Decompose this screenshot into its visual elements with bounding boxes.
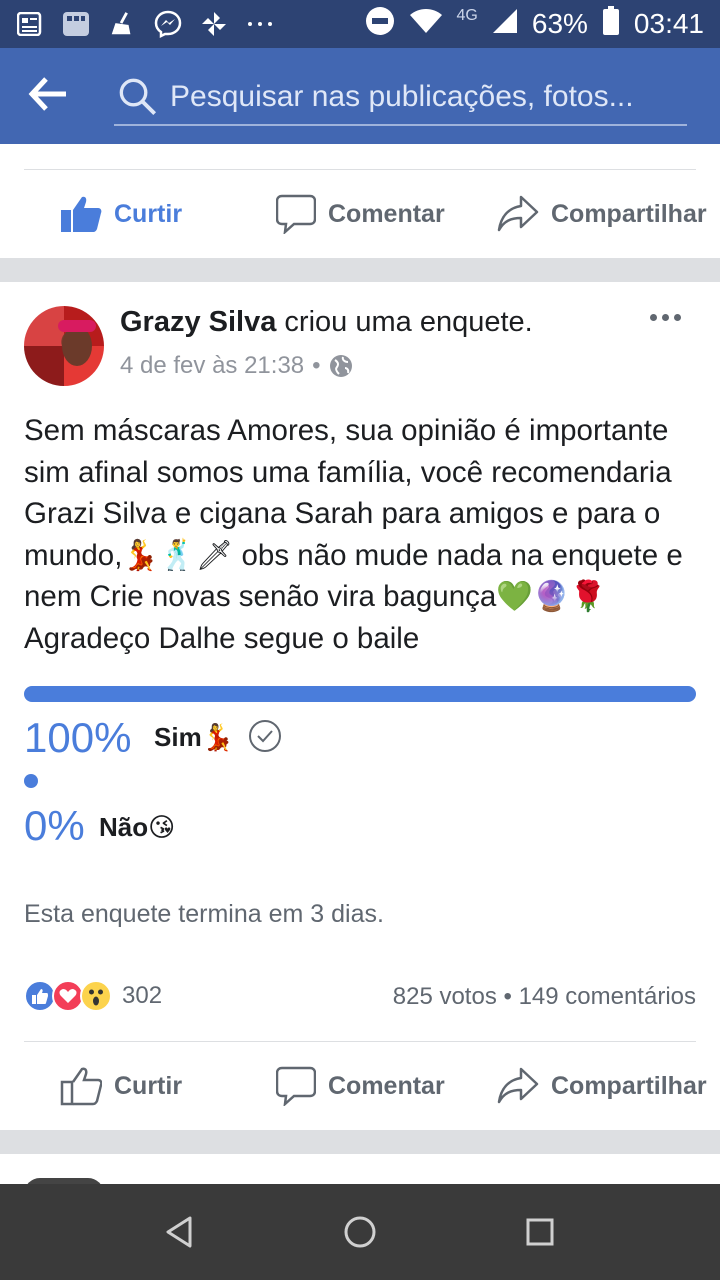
poll-bar-nao <box>24 774 38 788</box>
cleaner-icon <box>108 10 136 38</box>
author-name[interactable]: Grazy Silva <box>120 306 276 338</box>
post-actions: Curtir Comentar Compartilhar <box>0 1042 720 1130</box>
share-icon <box>497 1067 539 1104</box>
post-meta: 4 de fev às 21:38 • <box>120 352 353 380</box>
network-type: 4G <box>456 7 478 24</box>
nav-back-icon[interactable] <box>162 1214 198 1250</box>
comment-label: Comentar <box>328 199 445 228</box>
comment-button[interactable]: Comentar <box>276 1066 445 1106</box>
news-icon <box>16 10 44 38</box>
clock: 03:41 <box>633 8 704 39</box>
battery-icon <box>602 5 620 43</box>
comment-icon <box>276 1066 316 1106</box>
like-label: Curtir <box>114 1071 183 1100</box>
back-arrow-icon[interactable] <box>28 76 76 116</box>
nav-home-icon[interactable] <box>342 1214 378 1250</box>
post-action-text: criou uma enquete. <box>276 306 533 338</box>
avatar-scarf <box>58 320 96 332</box>
post-header: Grazy Silva criou uma enquete. <box>120 306 533 339</box>
gallery-icon <box>62 10 90 38</box>
comment-button[interactable]: Comentar <box>276 194 445 234</box>
poll-ends-text: Esta enquete termina em 3 dias. <box>24 900 384 928</box>
feed-separator <box>0 258 720 282</box>
comment-label: Comentar <box>328 1071 445 1100</box>
poll-label-sim[interactable]: Sim💃 <box>154 722 234 753</box>
feed-separator <box>0 1130 720 1154</box>
check-circle-icon <box>249 720 281 752</box>
system-nav-bar <box>0 1184 720 1280</box>
nav-recents-icon[interactable] <box>522 1214 558 1250</box>
thumbs-up-filled-icon <box>61 196 102 232</box>
status-bar: 4G 63% 03:41 <box>0 0 720 48</box>
avatar[interactable] <box>24 306 104 386</box>
more-options-icon[interactable] <box>650 314 686 326</box>
wow-reaction-icon <box>80 980 112 1012</box>
battery-percent: 63% <box>531 8 588 39</box>
search-icon <box>119 78 157 116</box>
share-label: Compartilhar <box>551 1071 707 1100</box>
share-icon <box>497 195 539 232</box>
poll-bar-sim <box>24 686 696 702</box>
search-bar[interactable] <box>114 70 687 126</box>
dnd-icon <box>365 6 395 43</box>
poll-label-nao[interactable]: Não😘 <box>99 812 175 843</box>
reactions-summary[interactable]: 302 <box>24 980 162 1012</box>
search-input[interactable] <box>170 80 670 114</box>
comment-icon <box>276 194 316 234</box>
poll-percent-sim[interactable]: 100% <box>24 714 131 762</box>
app-bar <box>0 48 720 144</box>
globe-icon <box>329 355 352 377</box>
post-date[interactable]: 4 de fev às 21:38 <box>120 352 304 380</box>
signal-icon <box>492 8 518 41</box>
wifi-icon <box>409 8 443 41</box>
reaction-count: 302 <box>122 982 163 1009</box>
pinwheel-icon <box>200 10 228 38</box>
messenger-icon <box>154 10 182 38</box>
share-button[interactable]: Compartilhar <box>497 195 707 233</box>
avatar-face <box>62 326 92 366</box>
share-label: Compartilhar <box>551 199 707 228</box>
post-stats[interactable]: 825 votos • 149 comentários <box>393 983 696 1011</box>
like-button[interactable]: Curtir <box>60 1066 182 1106</box>
post-text: Sem máscaras Amores, sua opinião é impor… <box>24 414 683 655</box>
meta-separator: • <box>312 352 321 379</box>
share-button[interactable]: Compartilhar <box>497 1067 707 1105</box>
poll-percent-nao[interactable]: 0% <box>24 802 85 850</box>
thumbs-up-icon <box>60 1067 102 1106</box>
like-button[interactable]: Curtir <box>60 194 182 234</box>
previous-post-actions: Curtir Comentar Compartilhar <box>0 170 720 258</box>
like-label: Curtir <box>114 199 183 228</box>
more-dots-icon <box>246 10 274 38</box>
